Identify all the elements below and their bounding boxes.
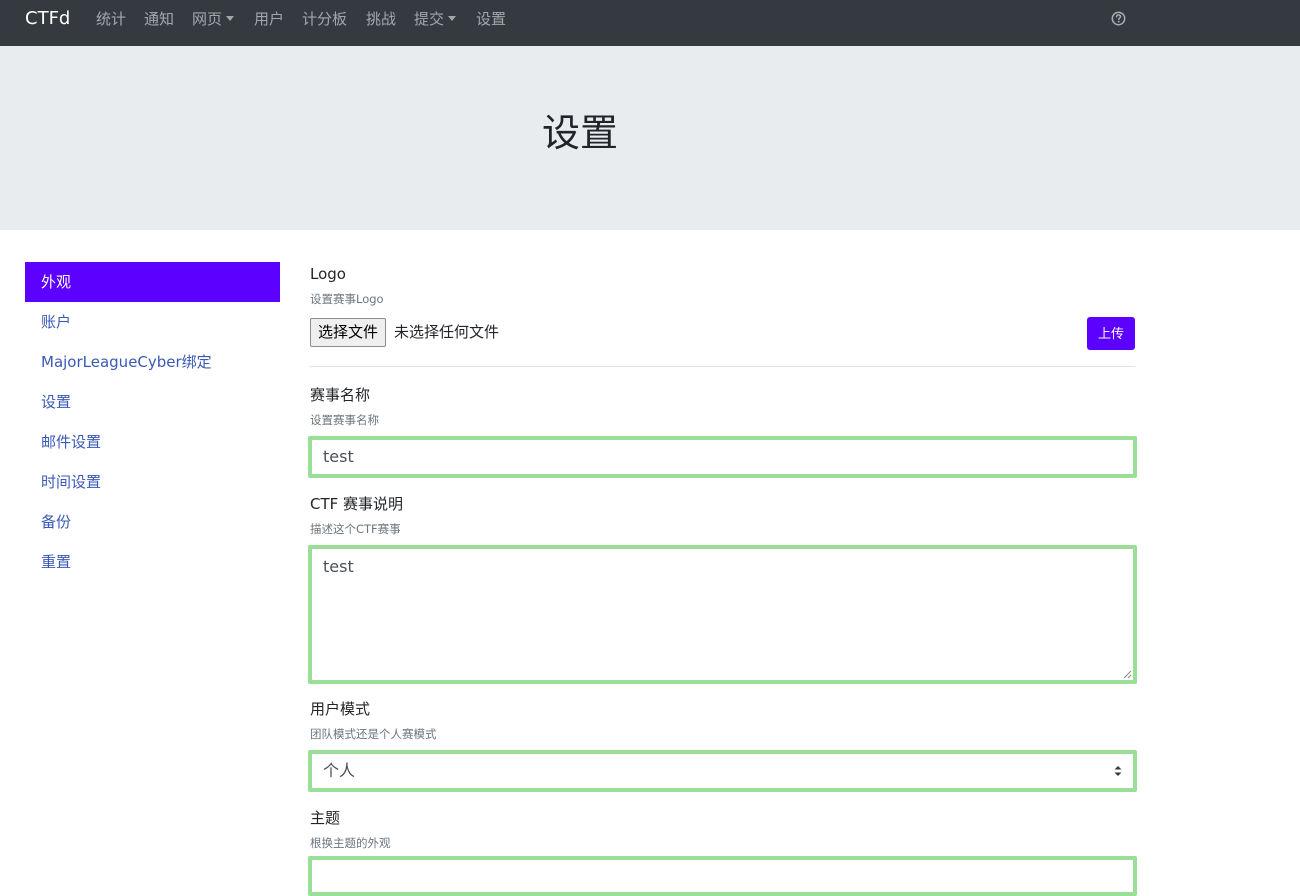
nav-item-users[interactable]: 用户 — [254, 9, 284, 29]
select-arrows-icon — [1114, 766, 1122, 776]
top-navbar: CTFd 统计 通知 网页 用户 计分板 挑战 提交 设置 — [0, 0, 1300, 46]
nav-item-config[interactable]: 设置 — [476, 9, 506, 29]
chevron-down-icon — [226, 16, 235, 21]
divider — [310, 366, 1135, 367]
sidebar-item-time[interactable]: 时间设置 — [25, 462, 280, 502]
page-title: 设置 — [541, 111, 618, 155]
ctf-name-help: 设置赛事名称 — [310, 413, 379, 427]
sidebar-item-appearance[interactable]: 外观 — [25, 262, 280, 302]
nav-item-pages[interactable]: 网页 — [192, 9, 235, 29]
nav-item-scoreboard[interactable]: 计分板 — [302, 9, 347, 29]
sidebar-item-email[interactable]: 邮件设置 — [25, 422, 280, 462]
nav-item-notifications[interactable]: 通知 — [144, 9, 174, 29]
user-mode-help: 团队模式还是个人赛模式 — [310, 727, 437, 741]
logo-help: 设置赛事Logo — [310, 292, 384, 306]
sidebar-item-mlc-binding[interactable]: MajorLeagueCyber绑定 — [25, 342, 280, 382]
nav-item-stats[interactable]: 统计 — [96, 9, 126, 29]
user-mode-select[interactable]: 个人 — [308, 750, 1137, 792]
sidebar-item-accounts[interactable]: 账户 — [25, 302, 280, 342]
nav-item-challenges[interactable]: 挑战 — [366, 9, 396, 29]
theme-help: 根换主题的外观 — [310, 836, 391, 850]
ctf-description-help: 描述这个CTF赛事 — [310, 522, 401, 536]
no-file-text: 未选择任何文件 — [394, 323, 500, 341]
ctf-description-label: CTF 赛事说明 — [310, 495, 404, 513]
logo-label: Logo — [310, 265, 346, 283]
sidebar-item-backup[interactable]: 备份 — [25, 502, 280, 542]
ctf-description-value: test — [323, 557, 354, 576]
ctf-name-value: test — [323, 447, 354, 466]
resize-grip-icon[interactable] — [1122, 669, 1132, 679]
question-circle-icon[interactable] — [1111, 11, 1126, 26]
theme-label: 主题 — [310, 809, 341, 827]
choose-file-button[interactable]: 选择文件 — [310, 318, 387, 347]
sidebar-item-settings[interactable]: 设置 — [25, 382, 280, 422]
ctf-name-label: 赛事名称 — [310, 386, 371, 404]
brand-logo[interactable]: CTFd — [25, 8, 70, 30]
nav-item-submissions[interactable]: 提交 — [414, 9, 457, 29]
ctf-name-input[interactable]: test — [308, 436, 1137, 478]
sidebar-item-reset[interactable]: 重置 — [25, 542, 280, 582]
page-header: 设置 — [0, 46, 1300, 230]
user-mode-label: 用户模式 — [310, 700, 371, 718]
ctf-description-textarea[interactable]: test — [308, 545, 1137, 684]
user-mode-value: 个人 — [323, 761, 356, 780]
upload-button[interactable]: 上传 — [1087, 317, 1135, 350]
chevron-down-icon — [448, 16, 457, 21]
theme-select[interactable] — [308, 856, 1137, 896]
